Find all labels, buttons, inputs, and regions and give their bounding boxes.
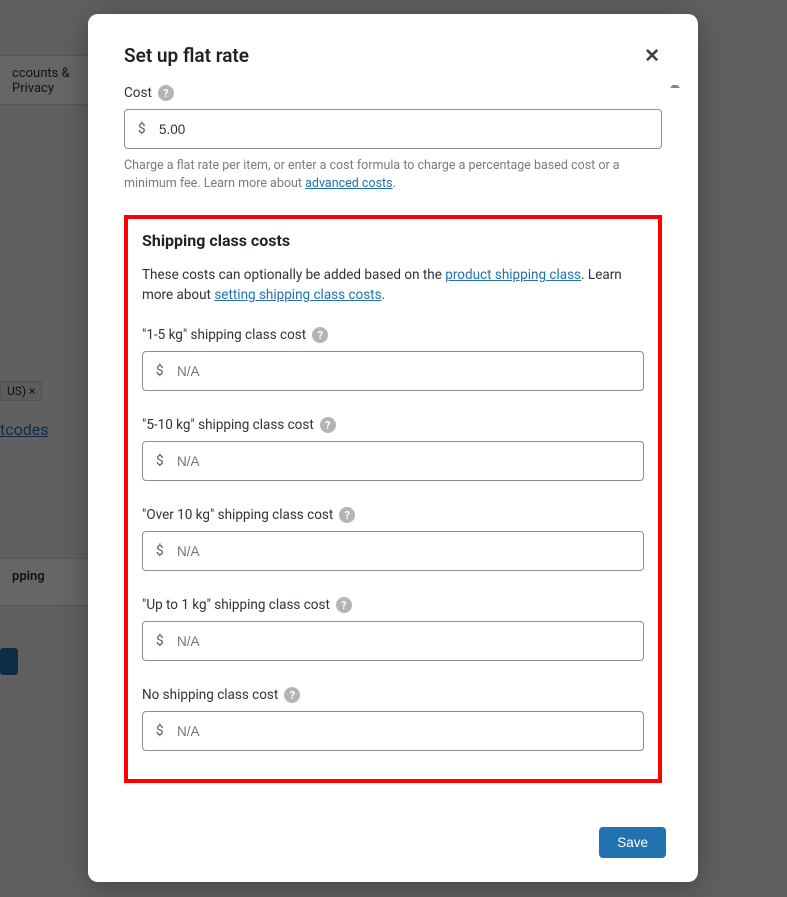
currency-prefix: $ — [156, 633, 164, 649]
help-icon[interactable]: ? — [320, 417, 336, 433]
class-cost-input-5-10kg[interactable] — [142, 441, 644, 481]
close-icon: ✕ — [644, 44, 660, 67]
cost-label: Cost — [124, 85, 152, 101]
help-icon[interactable]: ? — [312, 327, 328, 343]
class-input-wrap: $ — [142, 441, 644, 481]
help-icon[interactable]: ? — [158, 85, 174, 101]
class-group-1-5kg: "1-5 kg" shipping class cost ? $ — [142, 327, 644, 391]
modal-body-wrap: Cost ? $ Charge a flat rate per item, or… — [88, 85, 698, 811]
save-button[interactable]: Save — [599, 827, 666, 858]
class-group-over-10kg: "Over 10 kg" shipping class cost ? $ — [142, 507, 644, 571]
currency-prefix: $ — [138, 121, 146, 137]
class-input-wrap: $ — [142, 351, 644, 391]
class-label: "1-5 kg" shipping class cost — [142, 327, 306, 343]
class-label-row: "1-5 kg" shipping class cost ? — [142, 327, 644, 343]
class-label-row: No shipping class cost ? — [142, 687, 644, 703]
currency-prefix: $ — [156, 723, 164, 739]
class-cost-input-over-10kg[interactable] — [142, 531, 644, 571]
cost-label-row: Cost ? — [124, 85, 662, 101]
setting-shipping-class-costs-link[interactable]: setting shipping class costs — [214, 287, 381, 303]
class-cost-input-up-to-1kg[interactable] — [142, 621, 644, 661]
currency-prefix: $ — [156, 363, 164, 379]
help-icon[interactable]: ? — [284, 687, 300, 703]
flat-rate-modal: Set up flat rate ✕ Cost ? $ Charge a fla… — [88, 14, 698, 882]
class-cost-input-1-5kg[interactable] — [142, 351, 644, 391]
class-input-wrap: $ — [142, 621, 644, 661]
class-label: "5-10 kg" shipping class cost — [142, 417, 314, 433]
class-group-5-10kg: "5-10 kg" shipping class cost ? $ — [142, 417, 644, 481]
class-label: "Over 10 kg" shipping class cost — [142, 507, 333, 523]
shipping-class-title: Shipping class costs — [142, 231, 644, 250]
help-icon[interactable]: ? — [339, 507, 355, 523]
cost-help-text: Charge a flat rate per item, or enter a … — [124, 157, 662, 193]
cost-input-wrap: $ — [124, 109, 662, 149]
class-group-up-to-1kg: "Up to 1 kg" shipping class cost ? $ — [142, 597, 644, 661]
modal-header: Set up flat rate ✕ — [88, 14, 698, 85]
currency-prefix: $ — [156, 543, 164, 559]
class-label: "Up to 1 kg" shipping class cost — [142, 597, 330, 613]
modal-title: Set up flat rate — [124, 44, 249, 67]
cost-input[interactable] — [124, 109, 662, 149]
close-button[interactable]: ✕ — [642, 44, 662, 67]
shipping-class-desc: These costs can optionally be added base… — [142, 266, 644, 305]
class-input-wrap: $ — [142, 531, 644, 571]
class-cost-input-no-class[interactable] — [142, 711, 644, 751]
class-group-no-class: No shipping class cost ? $ — [142, 687, 644, 751]
product-shipping-class-link[interactable]: product shipping class — [445, 267, 581, 283]
class-label: No shipping class cost — [142, 687, 278, 703]
modal-body[interactable]: Cost ? $ Charge a flat rate per item, or… — [124, 85, 680, 811]
class-label-row: "Over 10 kg" shipping class cost ? — [142, 507, 644, 523]
help-icon[interactable]: ? — [336, 597, 352, 613]
shipping-class-highlight: Shipping class costs These costs can opt… — [124, 215, 662, 783]
currency-prefix: $ — [156, 453, 164, 469]
class-input-wrap: $ — [142, 711, 644, 751]
class-label-row: "5-10 kg" shipping class cost ? — [142, 417, 644, 433]
modal-footer: Save — [88, 811, 698, 882]
advanced-costs-link[interactable]: advanced costs — [305, 176, 393, 191]
class-label-row: "Up to 1 kg" shipping class cost ? — [142, 597, 644, 613]
